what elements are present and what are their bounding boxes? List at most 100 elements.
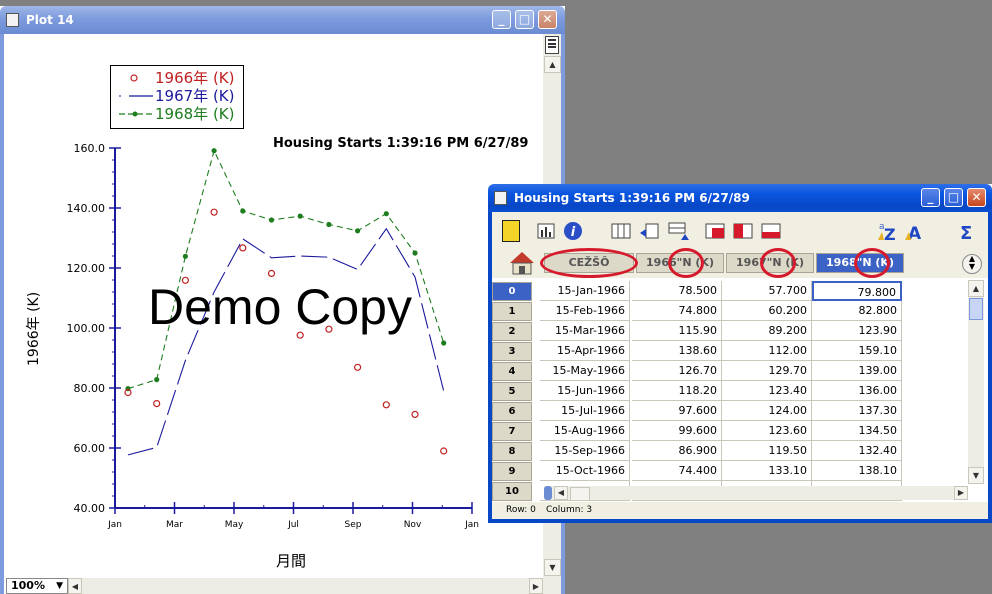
table-grid-2-icon[interactable] bbox=[732, 220, 754, 242]
sum-icon[interactable]: Σ bbox=[956, 220, 978, 242]
table-cell-c[interactable]: 139.00 bbox=[812, 361, 902, 381]
plot-horizontal-scrollbar[interactable]: ◀ ▶ bbox=[68, 578, 543, 594]
minimize-button[interactable]: _ bbox=[492, 10, 511, 29]
sort-az-icon[interactable]: aZ bbox=[876, 220, 898, 242]
size-grip[interactable] bbox=[543, 578, 561, 594]
row-header[interactable]: 5 bbox=[492, 382, 532, 401]
font-icon[interactable]: A bbox=[904, 220, 926, 242]
x-tick-label: Jul bbox=[287, 520, 299, 530]
table-cell-date[interactable]: 15-May-1966 bbox=[540, 361, 630, 381]
scroll-left-arrow-icon[interactable]: ◀ bbox=[68, 578, 82, 594]
table-cell-c[interactable]: 123.90 bbox=[812, 321, 902, 341]
row-header[interactable]: 6 bbox=[492, 402, 532, 421]
table-cell-a[interactable]: 74.800 bbox=[632, 301, 722, 321]
table-horizontal-scrollbar[interactable]: ◀ ▶ bbox=[544, 486, 968, 501]
y-tick-label: 80.00 bbox=[74, 382, 106, 395]
row-header[interactable]: 8 bbox=[492, 442, 532, 461]
table-minimize-button[interactable]: _ bbox=[921, 188, 940, 207]
zoom-select[interactable]: 100% ▼ bbox=[6, 578, 68, 594]
scroll-right-arrow-icon[interactable]: ▶ bbox=[529, 578, 543, 594]
table-cell-b[interactable]: 60.200 bbox=[722, 301, 812, 321]
insert-column-left-icon[interactable] bbox=[638, 220, 660, 242]
table-scroll-left-icon[interactable]: ◀ bbox=[554, 486, 568, 500]
table-cell-a[interactable]: 115.90 bbox=[632, 321, 722, 341]
table-cell-b[interactable]: 89.200 bbox=[722, 321, 812, 341]
row-header[interactable]: 0 bbox=[492, 282, 532, 301]
y-tick-label: 140.00 bbox=[67, 202, 106, 215]
table-cell-date[interactable]: 15-Oct-1966 bbox=[540, 461, 630, 481]
table-cell-a[interactable]: 138.60 bbox=[632, 341, 722, 361]
table-cell-date[interactable]: 15-Jul-1966 bbox=[540, 401, 630, 421]
scroll-down-arrow-icon[interactable]: ▼ bbox=[544, 559, 561, 576]
table-cell-a[interactable]: 118.20 bbox=[632, 381, 722, 401]
table-cell-b[interactable]: 112.00 bbox=[722, 341, 812, 361]
table-cell-date[interactable]: 15-Mar-1966 bbox=[540, 321, 630, 341]
highlight-ring bbox=[760, 248, 796, 278]
table-cell-c[interactable]: 159.10 bbox=[812, 341, 902, 361]
table-cell-c[interactable]: 132.40 bbox=[812, 441, 902, 461]
table-scroll-thumb[interactable] bbox=[969, 298, 983, 320]
info-icon[interactable]: i bbox=[562, 220, 584, 242]
insert-row-icon[interactable] bbox=[667, 220, 689, 242]
table-cell-c[interactable]: 79.800 bbox=[812, 281, 902, 301]
chevron-down-icon: ▼ bbox=[56, 581, 63, 591]
table-cell-c[interactable]: 134.50 bbox=[812, 421, 902, 441]
column-spinner-icon[interactable]: ▲ ▼ bbox=[962, 254, 982, 274]
scroll-up-arrow-icon[interactable]: ▲ bbox=[544, 56, 561, 73]
table-cell-a[interactable]: 97.600 bbox=[632, 401, 722, 421]
close-button[interactable]: ✕ bbox=[538, 10, 557, 29]
columns-icon[interactable] bbox=[610, 220, 632, 242]
table-vertical-scrollbar[interactable]: ▲ ▼ bbox=[968, 280, 984, 484]
split-handle[interactable] bbox=[544, 486, 552, 500]
table-cell-date[interactable]: 15-Aug-1966 bbox=[540, 421, 630, 441]
table-cell-b[interactable]: 123.40 bbox=[722, 381, 812, 401]
table-cell-a[interactable]: 99.600 bbox=[632, 421, 722, 441]
bar-chart-icon[interactable] bbox=[536, 220, 558, 242]
table-cell-c[interactable]: 136.00 bbox=[812, 381, 902, 401]
row-header[interactable]: 3 bbox=[492, 342, 532, 361]
table-cell-c[interactable]: 82.800 bbox=[812, 301, 902, 321]
table-scroll-up-icon[interactable]: ▲ bbox=[968, 280, 984, 297]
table-toggle-icon[interactable] bbox=[545, 36, 559, 54]
row-header[interactable]: 7 bbox=[492, 422, 532, 441]
plot-window-icon bbox=[6, 13, 19, 27]
table-scroll-down-icon[interactable]: ▼ bbox=[968, 467, 984, 484]
table-cell-c[interactable]: 137.30 bbox=[812, 401, 902, 421]
home-icon[interactable] bbox=[508, 250, 536, 276]
table-cell-b[interactable]: 57.700 bbox=[722, 281, 812, 301]
table-cell-a[interactable]: 78.500 bbox=[632, 281, 722, 301]
table-cell-date[interactable]: 15-Sep-1966 bbox=[540, 441, 630, 461]
row-header[interactable]: 1 bbox=[492, 302, 532, 321]
table-cell-b[interactable]: 129.70 bbox=[722, 361, 812, 381]
table-cell-b[interactable]: 133.10 bbox=[722, 461, 812, 481]
row-header[interactable]: 10 bbox=[492, 482, 532, 501]
table-cell-b[interactable]: 124.00 bbox=[722, 401, 812, 421]
row-header[interactable]: 4 bbox=[492, 362, 532, 381]
table-cell-c[interactable]: 138.10 bbox=[812, 461, 902, 481]
table-cell-a[interactable]: 86.900 bbox=[632, 441, 722, 461]
row-header[interactable]: 2 bbox=[492, 322, 532, 341]
plot-title-bar[interactable]: Plot 14 _ □ ✕ bbox=[0, 6, 565, 34]
table-hscroll-thumb[interactable] bbox=[570, 487, 590, 501]
table-scroll-right-icon[interactable]: ▶ bbox=[954, 486, 968, 500]
table-maximize-button[interactable]: □ bbox=[944, 188, 963, 207]
row-header[interactable]: 9 bbox=[492, 462, 532, 481]
table-cell-b[interactable]: 123.60 bbox=[722, 421, 812, 441]
table-close-button[interactable]: ✕ bbox=[967, 188, 986, 207]
table-grid-icon[interactable] bbox=[704, 220, 726, 242]
maximize-button[interactable]: □ bbox=[515, 10, 534, 29]
table-cell-date[interactable]: 15-Jan-1966 bbox=[540, 281, 630, 301]
table-cell-a[interactable]: 74.400 bbox=[632, 461, 722, 481]
note-icon[interactable] bbox=[502, 220, 520, 242]
table-cell-a[interactable]: 126.70 bbox=[632, 361, 722, 381]
plot-window: Plot 14 _ □ ✕ ▲ ▼ 1966年 (K) 1967年 (K) 19… bbox=[0, 6, 565, 594]
data-point-1968 bbox=[297, 213, 303, 219]
table-title-bar[interactable]: Housing Starts 1:39:16 PM 6/27/89 _ □ ✕ bbox=[488, 184, 992, 212]
table-cell-b[interactable]: 119.50 bbox=[722, 441, 812, 461]
plot-window-title: Plot 14 bbox=[26, 13, 74, 27]
table-cell-date[interactable]: 15-Apr-1966 bbox=[540, 341, 630, 361]
table-cell-date[interactable]: 15-Feb-1966 bbox=[540, 301, 630, 321]
status-row: Row: 0 bbox=[506, 505, 536, 515]
table-cell-date[interactable]: 15-Jun-1966 bbox=[540, 381, 630, 401]
table-grid-3-icon[interactable] bbox=[760, 220, 782, 242]
